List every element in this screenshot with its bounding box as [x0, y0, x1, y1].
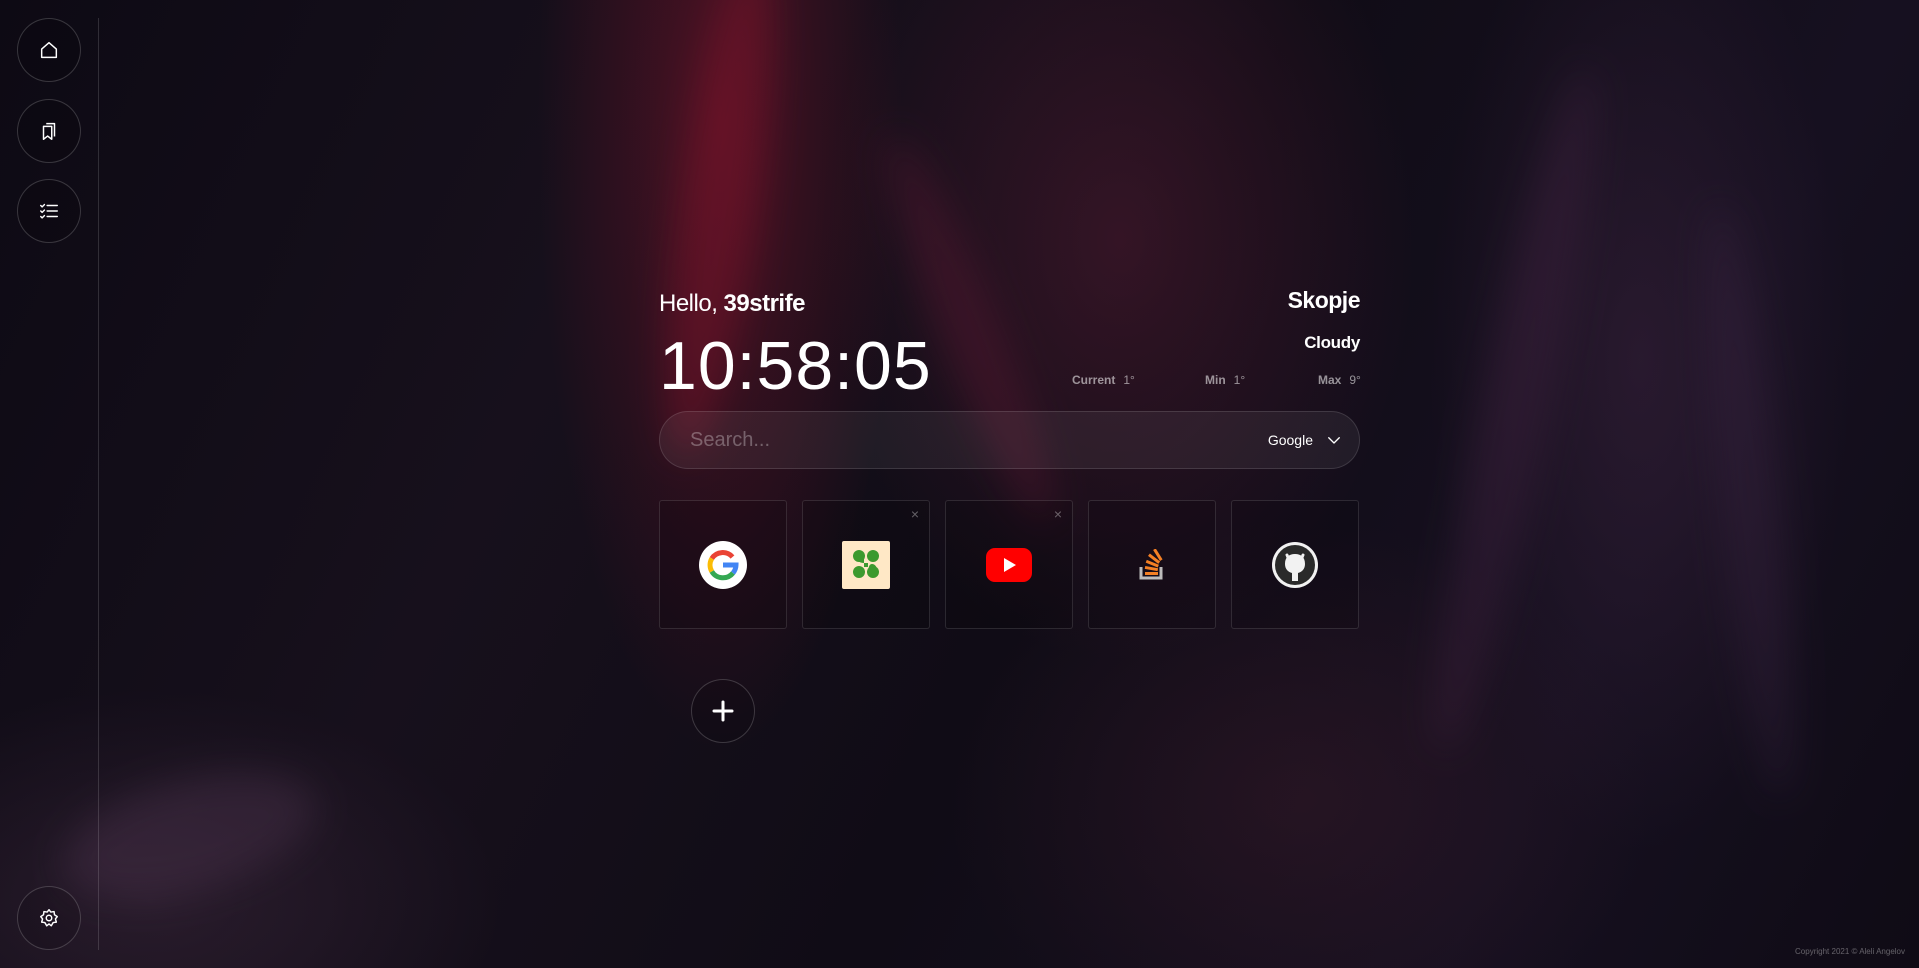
- stackoverflow-icon: [1139, 548, 1163, 579]
- weather-min-label: Min: [1205, 373, 1226, 387]
- weather-current-label: Current: [1072, 373, 1116, 387]
- weather-current-value: 1°: [1123, 373, 1135, 387]
- youtube-icon: [986, 547, 1032, 582]
- chevron-down-icon: [1328, 437, 1340, 444]
- sidebar-item-todo[interactable]: [17, 179, 81, 243]
- plus-icon: [712, 700, 734, 722]
- weather-min-value: 1°: [1233, 373, 1246, 387]
- search-bar: Google: [659, 411, 1360, 469]
- sidebar: [0, 0, 99, 968]
- weather-condition: Cloudy: [1304, 333, 1360, 352]
- 4chan-clover-icon: [842, 540, 890, 589]
- shortcut-stackoverflow[interactable]: [1088, 500, 1216, 629]
- checklist-icon: [40, 203, 58, 219]
- gear-icon: [40, 909, 58, 927]
- bookmarks-icon: [42, 122, 56, 140]
- sidebar-item-home[interactable]: [17, 18, 81, 82]
- weather-max: Max 9°: [1318, 373, 1361, 387]
- github-icon: [1272, 541, 1318, 588]
- sidebar-item-bookmarks[interactable]: [17, 99, 81, 163]
- shortcut-youtube[interactable]: ×: [945, 500, 1073, 629]
- add-shortcut-button[interactable]: [691, 679, 755, 743]
- tile-close-icon[interactable]: ×: [911, 507, 919, 521]
- search-input[interactable]: [690, 412, 1170, 468]
- weather-max-label: Max: [1318, 373, 1342, 387]
- clock: 10:58:05: [659, 328, 932, 404]
- shortcuts-grid: × ×: [659, 500, 1361, 630]
- greeting: Hello, 39strife: [659, 290, 805, 318]
- weather-city: Skopje: [1287, 287, 1361, 313]
- tile-close-icon[interactable]: ×: [1054, 507, 1062, 521]
- search-engine-select[interactable]: Google: [1268, 412, 1343, 468]
- home-icon: [40, 41, 58, 59]
- sidebar-item-settings[interactable]: [17, 886, 81, 950]
- copyright-text: Copyright 2021 © Aleli Angelov: [1795, 947, 1905, 956]
- shortcut-github[interactable]: [1231, 500, 1359, 629]
- greeting-username: 39strife: [723, 290, 806, 317]
- shortcut-4chan[interactable]: ×: [802, 500, 930, 629]
- shortcut-google[interactable]: [659, 500, 787, 629]
- google-icon: [699, 540, 747, 589]
- sidebar-divider: [98, 18, 99, 950]
- greeting-hello: Hello,: [659, 290, 718, 317]
- weather-current: Current 1°: [1072, 373, 1135, 387]
- search-engine-label: Google: [1267, 432, 1313, 448]
- weather-max-value: 9°: [1349, 373, 1361, 387]
- weather-min: Min 1°: [1205, 373, 1245, 387]
